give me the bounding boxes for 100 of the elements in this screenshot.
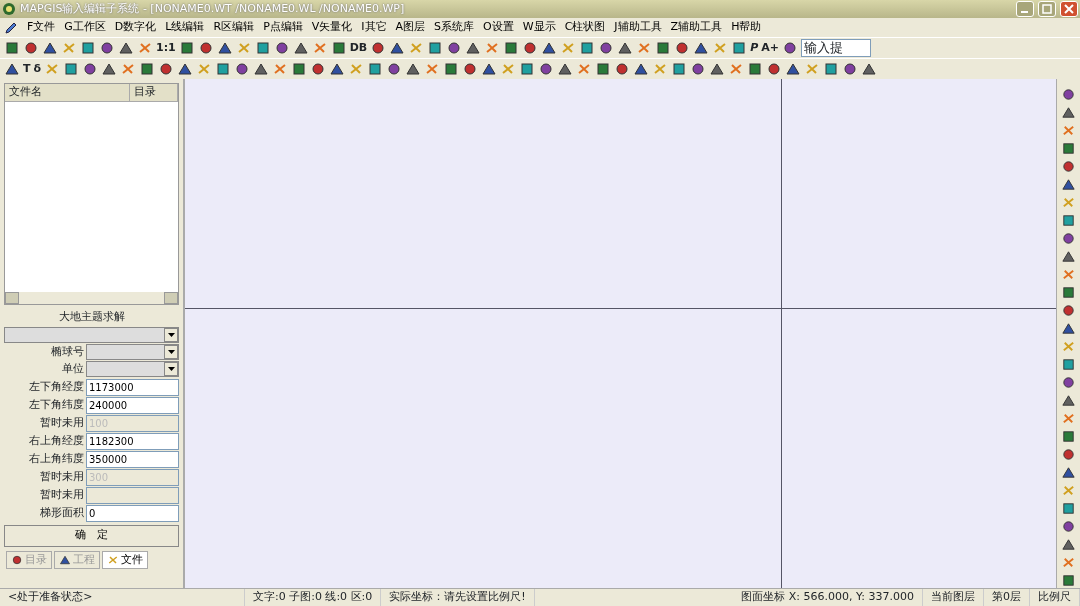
menu-item[interactable]: W显示	[522, 19, 556, 36]
tool-icon[interactable]	[782, 40, 799, 56]
tool-icon[interactable]	[1061, 519, 1076, 534]
tool-icon[interactable]	[519, 61, 536, 77]
input-field[interactable]: 0	[86, 504, 179, 522]
tool-icon[interactable]	[842, 61, 859, 77]
dropdown-field[interactable]	[86, 343, 179, 360]
tool-icon[interactable]	[614, 61, 631, 77]
tool-icon[interactable]	[291, 61, 308, 77]
tool-icon[interactable]	[674, 40, 691, 56]
tool-icon[interactable]	[861, 61, 878, 77]
tool-icon[interactable]	[1061, 141, 1076, 156]
tool-icon[interactable]	[1061, 321, 1076, 336]
confirm-button[interactable]: 确 定	[4, 524, 179, 547]
menu-item[interactable]: A图层	[395, 19, 426, 36]
tool-icon[interactable]	[1061, 447, 1076, 462]
tool-icon[interactable]	[481, 61, 498, 77]
font-size-button[interactable]: A+	[761, 39, 780, 57]
tool-icon[interactable]	[1061, 231, 1076, 246]
delta-tool-button[interactable]: δ	[33, 60, 42, 78]
menu-item[interactable]: F文件	[27, 19, 56, 36]
input-field[interactable]: 240000	[86, 396, 179, 414]
tool-icon[interactable]	[1061, 87, 1076, 102]
tool-icon[interactable]	[465, 40, 482, 56]
tool-icon[interactable]	[386, 61, 403, 77]
menu-item[interactable]: S系统库	[434, 19, 475, 36]
tool-icon[interactable]	[405, 61, 422, 77]
tool-icon[interactable]	[1061, 573, 1076, 588]
menu-item[interactable]: O设置	[483, 19, 514, 36]
tool-icon[interactable]	[503, 40, 520, 56]
menu-item[interactable]: H帮助	[731, 19, 762, 36]
tool-icon[interactable]	[1061, 357, 1076, 372]
tool-icon[interactable]	[63, 61, 80, 77]
tab-icon[interactable]	[11, 553, 23, 566]
dropdown-field[interactable]	[86, 361, 179, 378]
input-field[interactable]: 1182300	[86, 432, 179, 450]
tool-icon[interactable]	[598, 40, 615, 56]
tool-icon[interactable]	[389, 40, 406, 56]
tool-icon[interactable]	[595, 61, 612, 77]
close-icon[interactable]	[1060, 1, 1078, 17]
tool-icon[interactable]	[693, 40, 710, 56]
tool-icon[interactable]	[197, 40, 214, 56]
input-field[interactable]: 1173000	[86, 378, 179, 396]
tool-icon[interactable]	[177, 61, 194, 77]
caret-icon[interactable]	[164, 327, 178, 342]
tool-icon[interactable]	[273, 40, 290, 56]
tool-icon[interactable]	[1061, 393, 1076, 408]
tool-icon[interactable]	[785, 61, 802, 77]
tool-icon[interactable]	[427, 40, 444, 56]
database-button[interactable]: DB	[349, 39, 368, 57]
tool-icon[interactable]	[617, 40, 634, 56]
column-header[interactable]: 文件名	[5, 84, 130, 101]
tool-icon[interactable]	[823, 61, 840, 77]
tool-icon[interactable]	[1061, 429, 1076, 444]
dropdown-field[interactable]	[4, 326, 179, 343]
tool-icon[interactable]	[330, 40, 347, 56]
tool-icon[interactable]	[80, 40, 96, 56]
tool-icon[interactable]	[99, 40, 115, 56]
menu-item[interactable]: C柱状图	[564, 19, 606, 36]
tool-icon[interactable]	[446, 40, 463, 56]
tool-icon[interactable]	[118, 40, 134, 56]
tool-icon[interactable]	[538, 61, 555, 77]
tool-icon[interactable]	[139, 61, 156, 77]
tool-icon[interactable]	[1061, 465, 1076, 480]
tool-icon[interactable]	[1061, 249, 1076, 264]
tool-icon[interactable]	[216, 40, 233, 56]
menu-item[interactable]: J辅助工具	[614, 19, 662, 36]
tool-icon[interactable]	[579, 40, 596, 56]
tool-icon[interactable]	[655, 40, 672, 56]
tool-icon[interactable]	[443, 61, 460, 77]
tool-icon[interactable]	[254, 40, 271, 56]
tool-icon[interactable]	[23, 40, 39, 56]
panel-tab[interactable]: 文件	[102, 550, 148, 569]
zoom-ratio-button[interactable]: 1:1	[156, 39, 176, 57]
tool-icon[interactable]	[541, 40, 558, 56]
menu-item[interactable]: Z辅助工具	[670, 19, 723, 36]
tool-icon[interactable]	[709, 61, 726, 77]
tool-icon[interactable]	[1061, 159, 1076, 174]
tool-icon[interactable]	[82, 61, 99, 77]
column-header[interactable]: 目录	[130, 84, 178, 101]
tool-icon[interactable]	[367, 61, 384, 77]
tool-icon[interactable]	[4, 61, 20, 77]
tool-icon[interactable]	[158, 61, 175, 77]
tool-icon[interactable]	[633, 61, 650, 77]
tab-icon[interactable]	[59, 553, 71, 566]
tool-icon[interactable]	[215, 61, 232, 77]
tool-icon[interactable]	[1061, 105, 1076, 120]
tool-icon[interactable]	[1061, 375, 1076, 390]
text-style-button[interactable]: P	[750, 39, 759, 57]
tool-icon[interactable]	[370, 40, 387, 56]
tool-icon[interactable]	[178, 40, 195, 56]
tool-icon[interactable]	[1061, 303, 1076, 318]
tool-icon[interactable]	[4, 40, 20, 56]
tool-icon[interactable]	[1061, 213, 1076, 228]
tool-icon[interactable]	[310, 61, 327, 77]
menu-item[interactable]: P点编辑	[263, 19, 303, 36]
menu-item[interactable]: R区编辑	[213, 19, 255, 36]
tool-icon[interactable]	[766, 61, 783, 77]
tool-icon[interactable]	[292, 40, 309, 56]
tool-icon[interactable]	[1061, 177, 1076, 192]
